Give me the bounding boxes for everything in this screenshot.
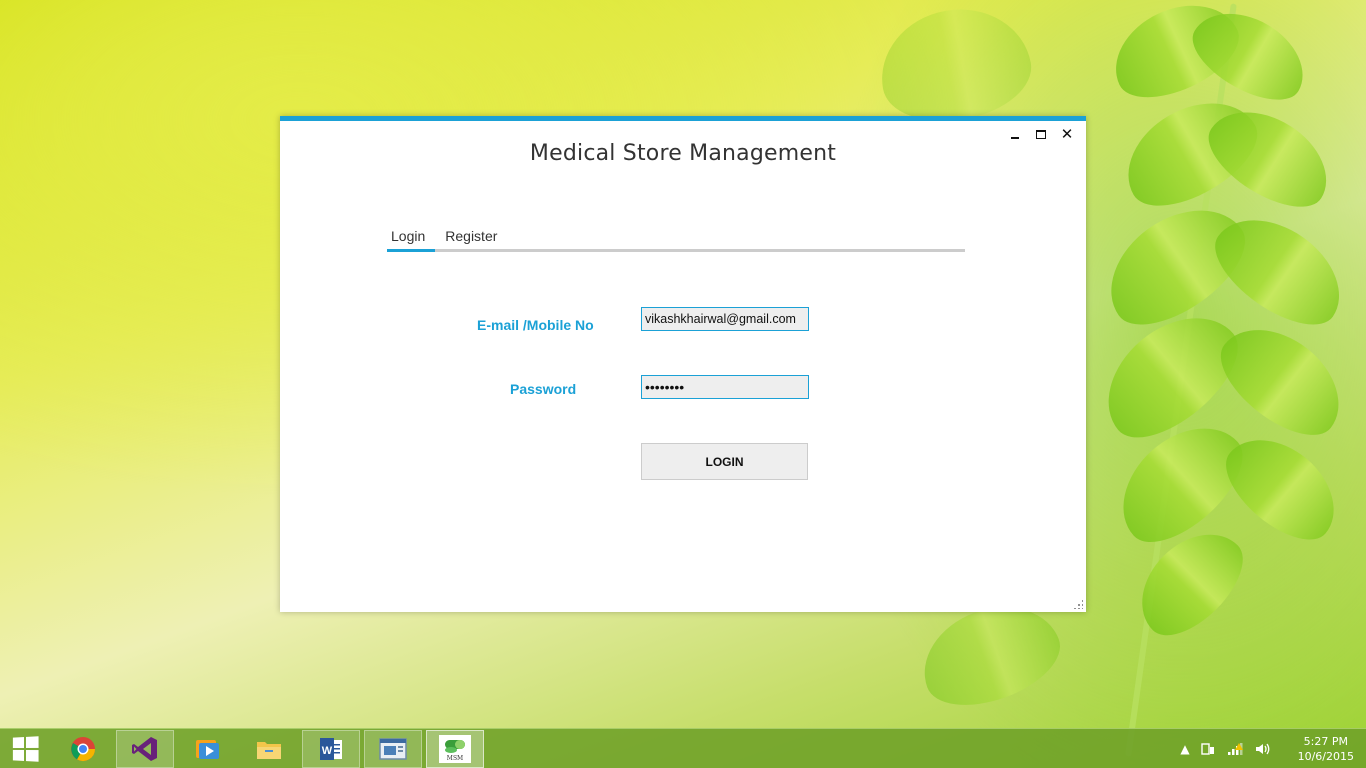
action-center-icon[interactable] <box>1200 741 1216 757</box>
password-field[interactable] <box>641 375 809 399</box>
login-button[interactable]: LOGIN <box>641 443 808 480</box>
clock-date: 10/6/2015 <box>1297 749 1354 763</box>
taskbar-media-player[interactable] <box>178 730 236 768</box>
file-explorer-icon <box>257 741 281 759</box>
taskbar-file-explorer[interactable] <box>240 730 298 768</box>
show-hidden-icons-button[interactable]: ▲ <box>1180 742 1189 756</box>
tab-login[interactable]: Login <box>387 222 436 252</box>
email-label: E-mail /Mobile No <box>477 317 594 333</box>
visual-studio-icon <box>132 736 157 761</box>
taskbar-clock[interactable]: 5:27 PM 10/6/2015 <box>1298 734 1354 764</box>
chrome-icon <box>71 736 95 761</box>
password-label: Password <box>510 381 577 397</box>
msm-app-icon: MSM <box>439 734 471 763</box>
volume-icon[interactable] <box>1254 741 1272 757</box>
email-field[interactable] <box>641 307 809 331</box>
window-app-icon <box>379 737 407 760</box>
taskbar-chrome[interactable] <box>54 730 112 768</box>
taskbar-word[interactable]: W <box>302 729 360 768</box>
taskbar: W MSM ▲ 5:27 PM 10/6/2015 <box>0 728 1366 768</box>
tab-strip: Login Register <box>387 222 965 252</box>
taskbar-visual-studio[interactable] <box>116 729 174 768</box>
word-icon: W <box>320 737 342 760</box>
minimize-icon <box>1011 137 1019 139</box>
start-button[interactable] <box>0 729 50 768</box>
close-icon: ✕ <box>1060 124 1074 143</box>
clock-time: 5:27 PM <box>1303 734 1348 748</box>
resize-grip[interactable] <box>1073 599 1083 609</box>
system-tray: ▲ 5:27 PM 10/6/2015 <box>1180 734 1366 764</box>
maximize-icon <box>1036 129 1046 139</box>
media-player-icon <box>196 739 219 759</box>
tab-register[interactable]: Register <box>441 222 501 249</box>
msm-label: MSM <box>447 755 463 762</box>
taskbar-msm-app[interactable]: MSM <box>426 729 484 768</box>
app-window: ✕ Medical Store Management Login Registe… <box>280 116 1086 612</box>
taskbar-window-app[interactable] <box>364 729 422 768</box>
windows-logo-icon <box>12 735 39 762</box>
network-icon[interactable] <box>1226 741 1244 757</box>
svg-text:W: W <box>322 745 333 757</box>
app-title: Medical Store Management <box>529 141 837 166</box>
leaf-blade <box>871 0 1039 133</box>
